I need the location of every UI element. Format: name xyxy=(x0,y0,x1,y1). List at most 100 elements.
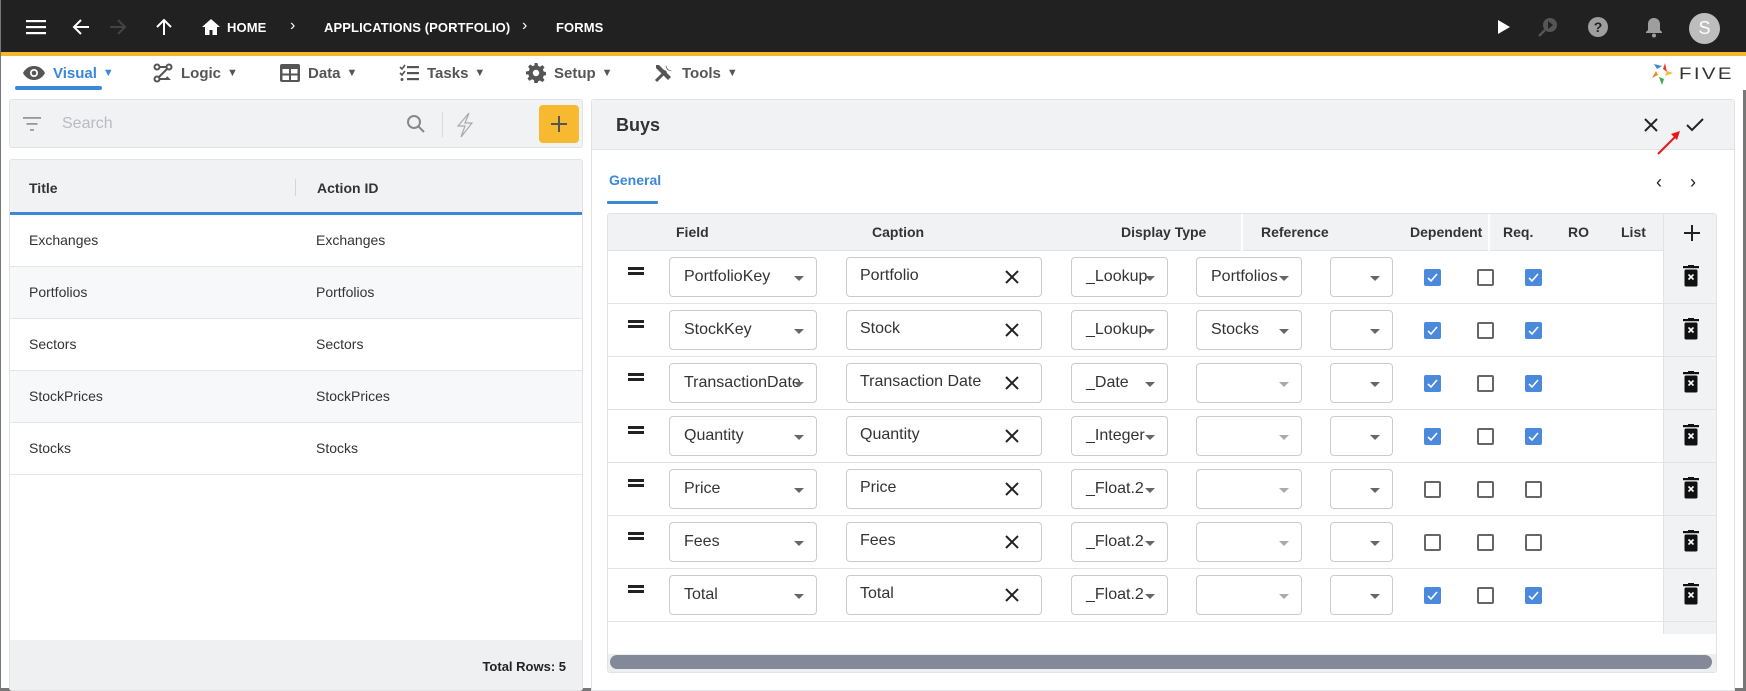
display-type-select[interactable]: _Float.2 xyxy=(1071,522,1168,562)
delete-row-icon[interactable] xyxy=(1683,371,1699,393)
list-row[interactable]: Sectors Sectors xyxy=(10,319,582,371)
breadcrumb-forms[interactable]: FORMS xyxy=(556,20,603,35)
clear-icon[interactable] xyxy=(1003,533,1021,551)
caption-input[interactable] xyxy=(860,320,1000,338)
list-row[interactable]: Portfolios Portfolios xyxy=(10,267,582,319)
column-divider[interactable] xyxy=(295,179,296,196)
menu-icon[interactable] xyxy=(23,14,49,40)
display-type-select[interactable]: _Lookup xyxy=(1071,257,1168,297)
dependent-select[interactable] xyxy=(1330,522,1393,562)
drag-handle-icon[interactable] xyxy=(628,479,644,487)
display-type-select[interactable]: _Float.2 xyxy=(1071,575,1168,615)
list-checkbox[interactable] xyxy=(1525,428,1542,445)
dependent-select[interactable] xyxy=(1330,416,1393,456)
reference-select[interactable] xyxy=(1196,469,1302,509)
drag-handle-icon[interactable] xyxy=(628,585,644,593)
req-checkbox[interactable] xyxy=(1424,269,1441,286)
list-checkbox[interactable] xyxy=(1525,322,1542,339)
delete-row-icon[interactable] xyxy=(1683,583,1699,605)
horizontal-scrollbar-thumb[interactable] xyxy=(610,655,1712,669)
avatar[interactable]: S xyxy=(1689,13,1720,44)
req-checkbox[interactable] xyxy=(1424,481,1441,498)
clear-icon[interactable] xyxy=(1003,480,1021,498)
save-check-icon[interactable] xyxy=(1682,112,1708,138)
req-checkbox[interactable] xyxy=(1424,534,1441,551)
ro-checkbox[interactable] xyxy=(1477,428,1494,445)
breadcrumb-home[interactable]: HOME xyxy=(227,20,266,35)
clear-icon[interactable] xyxy=(1003,321,1021,339)
dependent-select[interactable] xyxy=(1330,310,1393,350)
menu-tools[interactable]: Tools ▼ xyxy=(654,62,738,84)
ro-checkbox[interactable] xyxy=(1477,269,1494,286)
menu-visual[interactable]: Visual ▼ xyxy=(23,62,114,84)
field-select[interactable]: Total xyxy=(669,575,817,615)
display-type-select[interactable]: _Float.2 xyxy=(1071,469,1168,509)
play-icon[interactable] xyxy=(1491,14,1517,40)
drag-handle-icon[interactable] xyxy=(628,320,644,328)
ro-checkbox[interactable] xyxy=(1477,322,1494,339)
previous-tab-icon[interactable]: ‹ xyxy=(1656,172,1662,193)
req-checkbox[interactable] xyxy=(1424,322,1441,339)
reference-select[interactable] xyxy=(1196,416,1302,456)
drag-handle-icon[interactable] xyxy=(628,426,644,434)
menu-setup[interactable]: Setup ▼ xyxy=(526,62,613,84)
clear-icon[interactable] xyxy=(1003,374,1021,392)
search-input[interactable] xyxy=(62,112,442,136)
filter-icon[interactable] xyxy=(23,117,41,131)
column-header-action-id[interactable]: Action ID xyxy=(317,180,378,196)
reference-select[interactable] xyxy=(1196,575,1302,615)
ro-checkbox[interactable] xyxy=(1477,534,1494,551)
menu-data[interactable]: Data ▼ xyxy=(280,62,357,84)
bell-icon[interactable] xyxy=(1641,14,1667,40)
field-select[interactable]: Quantity xyxy=(669,416,817,456)
back-arrow-icon[interactable] xyxy=(68,14,94,40)
clear-icon[interactable] xyxy=(1003,586,1021,604)
caption-input[interactable] xyxy=(860,426,1000,444)
field-select[interactable]: Price xyxy=(669,469,817,509)
ro-checkbox[interactable] xyxy=(1477,587,1494,604)
list-checkbox[interactable] xyxy=(1525,587,1542,604)
req-checkbox[interactable] xyxy=(1424,587,1441,604)
delete-row-icon[interactable] xyxy=(1683,424,1699,446)
caption-input[interactable] xyxy=(860,585,1000,603)
reference-select[interactable]: Stocks xyxy=(1196,310,1302,350)
add-button[interactable] xyxy=(539,105,579,143)
next-tab-icon[interactable]: › xyxy=(1690,172,1696,193)
dependent-select[interactable] xyxy=(1330,469,1393,509)
field-select[interactable]: StockKey xyxy=(669,310,817,350)
home-icon[interactable] xyxy=(198,14,224,40)
ro-checkbox[interactable] xyxy=(1477,481,1494,498)
delete-row-icon[interactable] xyxy=(1683,265,1699,287)
column-header-title[interactable]: Title xyxy=(29,180,58,196)
add-row-icon[interactable] xyxy=(1684,225,1700,241)
breadcrumb-applications[interactable]: APPLICATIONS (PORTFOLIO) xyxy=(324,20,510,35)
caption-input[interactable] xyxy=(860,532,1000,550)
list-row[interactable]: StockPrices StockPrices xyxy=(10,371,582,423)
reference-select[interactable] xyxy=(1196,363,1302,403)
up-arrow-icon[interactable] xyxy=(151,14,177,40)
list-checkbox[interactable] xyxy=(1525,269,1542,286)
dependent-select[interactable] xyxy=(1330,257,1393,297)
delete-row-icon[interactable] xyxy=(1683,530,1699,552)
field-select[interactable]: Fees xyxy=(669,522,817,562)
list-row[interactable]: Stocks Stocks xyxy=(10,423,582,475)
list-row[interactable]: Exchanges Exchanges xyxy=(10,215,582,267)
delete-row-icon[interactable] xyxy=(1683,477,1699,499)
ro-checkbox[interactable] xyxy=(1477,375,1494,392)
drag-handle-icon[interactable] xyxy=(628,532,644,540)
help-icon[interactable]: ? xyxy=(1585,14,1611,40)
clear-icon[interactable] xyxy=(1003,268,1021,286)
lightning-icon[interactable] xyxy=(454,112,476,138)
dependent-select[interactable] xyxy=(1330,575,1393,615)
menu-logic[interactable]: Logic ▼ xyxy=(153,62,238,84)
field-select[interactable]: TransactionDate xyxy=(669,363,817,403)
display-type-select[interactable]: _Lookup xyxy=(1071,310,1168,350)
clear-icon[interactable] xyxy=(1003,427,1021,445)
menu-tasks[interactable]: Tasks ▼ xyxy=(399,62,485,84)
drag-handle-icon[interactable] xyxy=(628,267,644,275)
search-icon[interactable] xyxy=(406,114,426,134)
delete-row-icon[interactable] xyxy=(1683,318,1699,340)
drag-handle-icon[interactable] xyxy=(628,373,644,381)
caption-input[interactable] xyxy=(860,479,1000,497)
reference-select[interactable] xyxy=(1196,522,1302,562)
